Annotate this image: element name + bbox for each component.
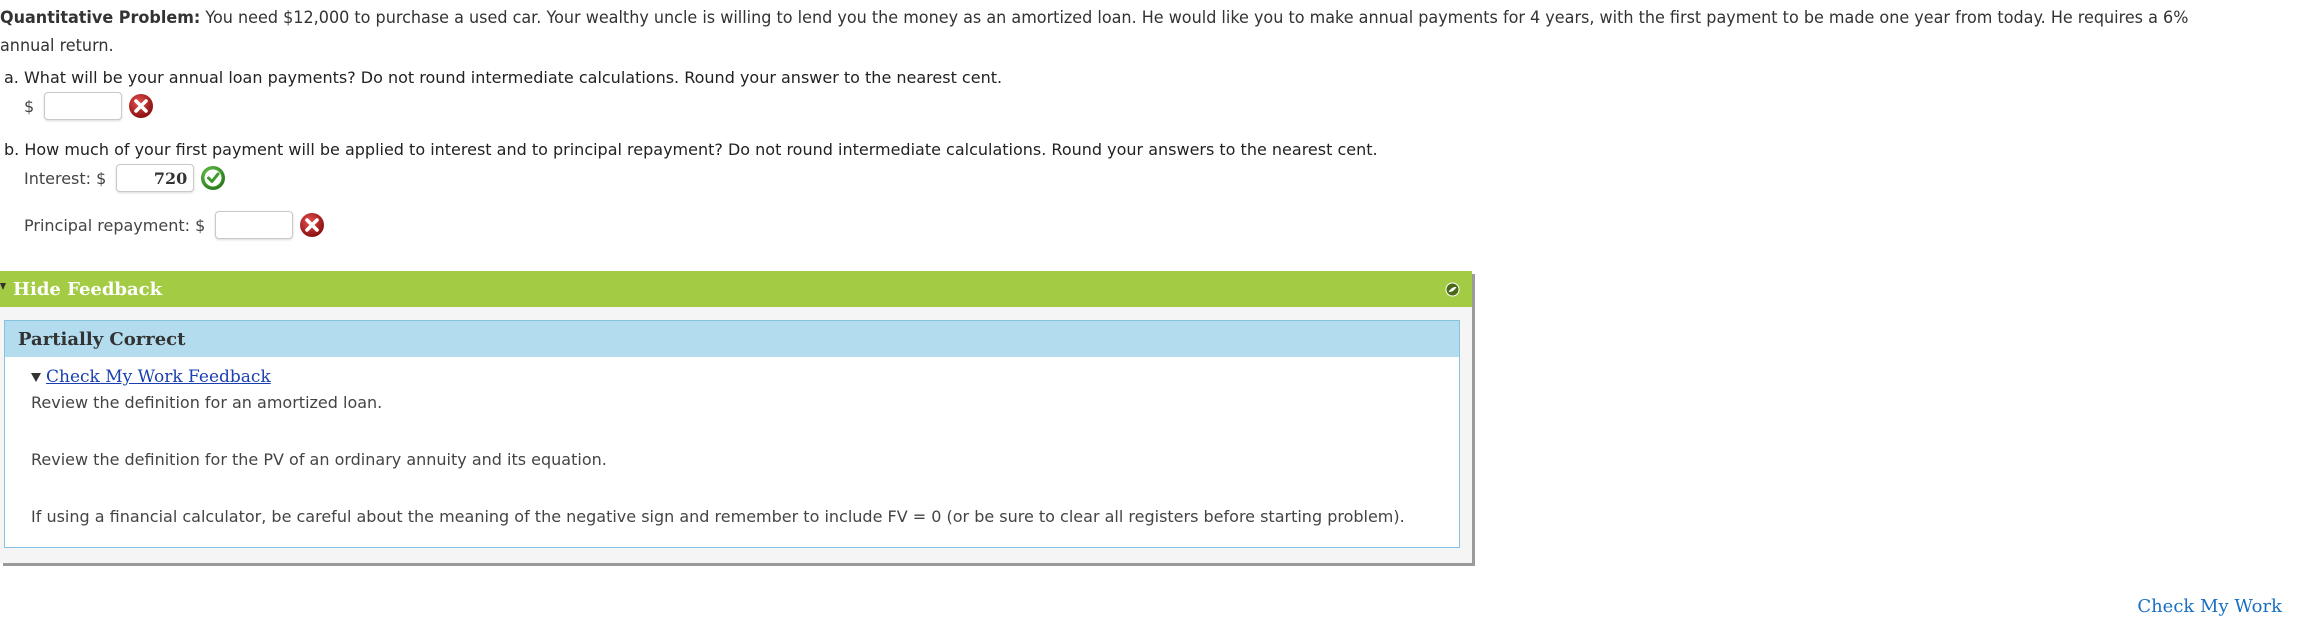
- principal-row: Principal repayment: $: [24, 211, 325, 239]
- interest-row: Interest: $: [24, 164, 226, 192]
- collapse-circle-icon[interactable]: [1445, 282, 1460, 297]
- check-my-work-feedback-link[interactable]: Check My Work Feedback: [46, 367, 271, 387]
- feedback-status: Partially Correct: [5, 321, 1459, 357]
- problem-statement: Quantitative Problem: You need $12,000 t…: [0, 4, 2231, 60]
- principal-label: Principal repayment: $: [24, 215, 206, 235]
- currency-label: $: [24, 96, 35, 116]
- check-my-work-button[interactable]: Check My Work: [2137, 596, 2282, 617]
- collapse-triangle-icon: [0, 283, 6, 290]
- correct-check-icon: [201, 166, 226, 190]
- feedback-line: Review the definition for the PV of an o…: [31, 450, 607, 469]
- hide-feedback-toggle[interactable]: Hide Feedback: [0, 271, 1472, 307]
- hide-feedback-label[interactable]: Hide Feedback: [13, 279, 162, 300]
- annual-payment-input[interactable]: [44, 92, 123, 120]
- feedback-content: Partially Correct Check My Work Feedback…: [4, 320, 1460, 548]
- problem-label: Quantitative Problem:: [0, 8, 201, 27]
- expand-triangle-icon: [31, 372, 41, 382]
- problem-text: You need $12,000 to purchase a used car.…: [0, 8, 2189, 55]
- check-my-work-feedback-toggle[interactable]: Check My Work Feedback: [31, 367, 271, 387]
- question-a-text: a. What will be your annual loan payment…: [4, 68, 1003, 87]
- feedback-line: If using a financial calculator, be care…: [31, 507, 1405, 526]
- interest-input[interactable]: [116, 164, 195, 192]
- principal-input[interactable]: [215, 211, 294, 239]
- feedback-panel: Hide Feedback Partially Correct Check My…: [0, 271, 1472, 563]
- feedback-line: Review the definition for an amortized l…: [31, 393, 383, 412]
- incorrect-icon: [129, 94, 154, 118]
- interest-label: Interest: $: [24, 168, 107, 188]
- answer-a-row: $: [24, 92, 154, 120]
- incorrect-icon: [300, 213, 325, 237]
- question-b-text: b. How much of your first payment will b…: [4, 140, 1378, 159]
